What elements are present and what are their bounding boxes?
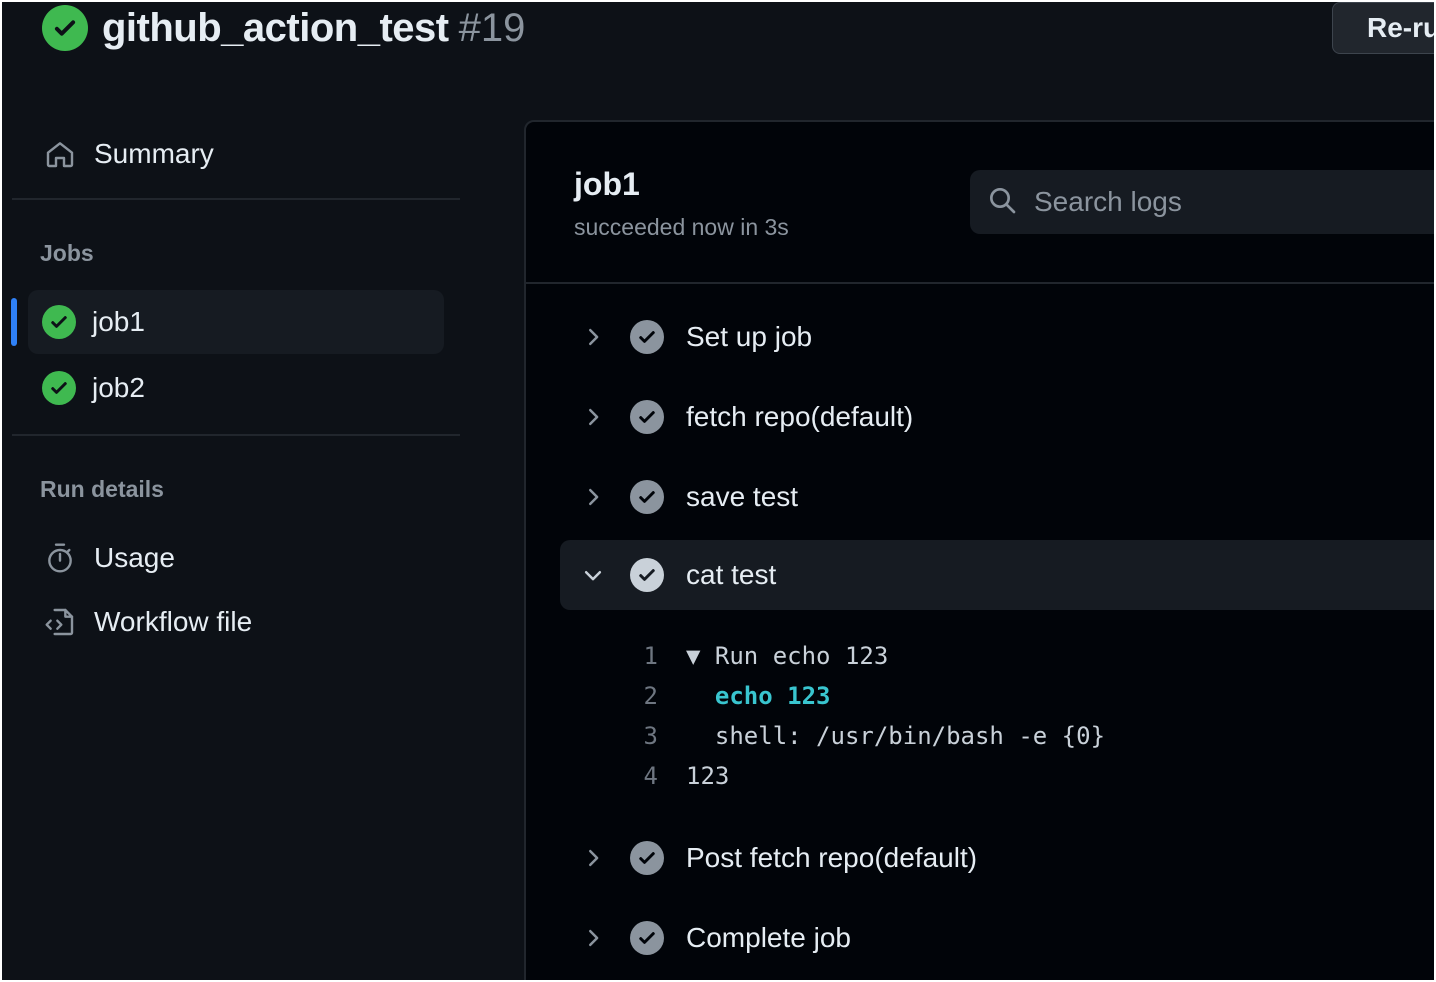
line-number: 1: [643, 642, 658, 670]
run-number: #19: [458, 5, 526, 50]
step-label: Complete job: [686, 922, 851, 953]
check-circle-icon: [630, 921, 664, 955]
job-item-job1[interactable]: job1: [28, 290, 444, 354]
job-item-job2[interactable]: job2: [28, 356, 444, 420]
divider: [12, 434, 460, 436]
log-text[interactable]: ▼ Run echo 123: [686, 642, 888, 670]
log-line: 2 echo 123: [626, 676, 1434, 716]
chevron-right-icon[interactable]: [578, 326, 608, 348]
line-number: 4: [643, 762, 658, 790]
workflow-name: github_action_test: [102, 5, 449, 50]
jobs-heading: Jobs: [40, 240, 94, 266]
workflow-file-label: Workflow file: [94, 606, 253, 637]
run-title: github_action_test #19: [42, 5, 526, 51]
search-logs-box[interactable]: [970, 170, 1434, 234]
stopwatch-icon: [42, 540, 78, 576]
search-logs-input[interactable]: [1032, 185, 1434, 219]
job-status: succeeded now in 3s: [574, 214, 789, 240]
search-icon: [986, 184, 1018, 221]
line-number: 2: [643, 682, 658, 710]
check-circle-icon: [630, 841, 664, 875]
file-code-icon: [42, 604, 78, 640]
log-line: 1 ▼ Run echo 123: [626, 636, 1434, 676]
log-text: 123: [686, 762, 730, 790]
step-fetch-repo[interactable]: fetch repo(default): [560, 382, 1434, 452]
log-text: shell: /usr/bin/bash -e {0}: [686, 722, 1106, 750]
step-post-fetch-repo[interactable]: Post fetch repo(default): [560, 823, 1434, 893]
chevron-right-icon[interactable]: [578, 486, 608, 508]
divider: [12, 198, 460, 200]
summary-label: Summary: [94, 138, 214, 169]
step-save-test[interactable]: save test: [560, 462, 1434, 532]
step-label: Set up job: [686, 321, 813, 352]
check-circle-icon: [630, 320, 664, 354]
rerun-button[interactable]: Re-ru: [1332, 2, 1434, 54]
success-check-icon: [42, 305, 76, 339]
step-complete-job[interactable]: Complete job: [560, 903, 1434, 973]
job-label: job1: [92, 306, 145, 337]
job-panel: job1 succeeded now in 3s Set up job: [524, 120, 1434, 980]
divider: [526, 282, 1434, 284]
chevron-right-icon[interactable]: [578, 406, 608, 428]
line-number: 3: [643, 722, 658, 750]
home-icon: [42, 136, 78, 172]
workflow-file-link[interactable]: Workflow file: [42, 590, 252, 654]
log-line: 4 123: [626, 756, 1434, 796]
active-indicator: [11, 298, 17, 346]
check-circle-icon: [630, 480, 664, 514]
step-cat-test[interactable]: cat test: [560, 540, 1434, 610]
usage-link[interactable]: Usage: [42, 526, 175, 590]
usage-label: Usage: [94, 542, 175, 573]
chevron-right-icon[interactable]: [578, 927, 608, 949]
chevron-right-icon[interactable]: [578, 847, 608, 869]
log-line: 3 shell: /usr/bin/bash -e {0}: [626, 716, 1434, 756]
app-window: github_action_test #19 Re-ru Summary Job…: [2, 2, 1434, 980]
step-label: Post fetch repo(default): [686, 842, 978, 873]
step-label: fetch repo(default): [686, 401, 914, 432]
job-label: job2: [92, 372, 145, 403]
success-check-icon: [42, 371, 76, 405]
step-set-up-job[interactable]: Set up job: [560, 302, 1434, 372]
job-title: job1: [574, 166, 640, 202]
step-label: save test: [686, 481, 799, 512]
summary-link[interactable]: Summary: [42, 122, 214, 186]
success-check-icon: [42, 5, 88, 51]
chevron-down-icon[interactable]: [578, 564, 608, 586]
check-circle-icon: [630, 558, 664, 592]
log-text: echo 123: [686, 682, 831, 710]
step-label: cat test: [686, 559, 777, 590]
run-details-heading: Run details: [40, 476, 164, 502]
check-circle-icon: [630, 400, 664, 434]
